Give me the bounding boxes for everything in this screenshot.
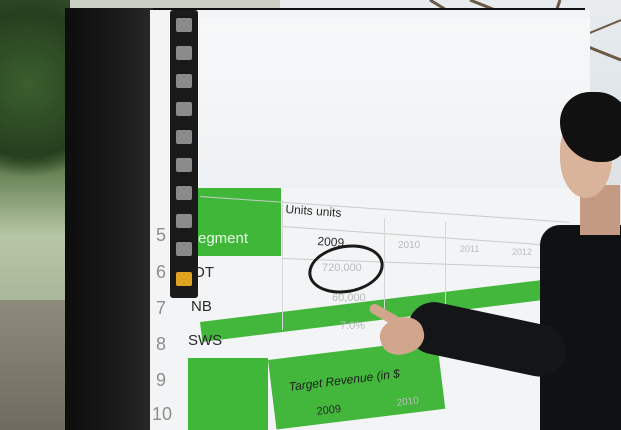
annotation-toolbar (170, 10, 198, 298)
pen-icon[interactable] (176, 102, 192, 116)
year-header: 2011 (460, 244, 480, 254)
skip-back-icon[interactable] (176, 186, 192, 200)
row-number: 10 (152, 404, 173, 424)
row-number: 6 (155, 262, 166, 282)
background-trees (0, 0, 70, 430)
skip-forward-icon[interactable] (176, 214, 192, 228)
photo-scene: 5 6 7 8 9 10 Units units egment 2009 201… (0, 0, 621, 430)
row-label-nb: NB (191, 298, 212, 315)
year-header: 2010 (398, 240, 421, 251)
table-column-rule (445, 222, 446, 317)
row-number: 5 (155, 225, 166, 245)
pen-icon[interactable] (176, 74, 192, 88)
green-cell-lower (188, 358, 268, 430)
row-number: 7 (155, 298, 166, 318)
segment-label: egment (198, 230, 249, 247)
cell-value: 7.0% (340, 320, 366, 332)
table-column-rule (384, 218, 385, 318)
pen-icon[interactable] (176, 130, 192, 144)
cell-value: 60,000 (332, 292, 366, 304)
page-icon[interactable] (176, 46, 192, 60)
minus-icon[interactable] (176, 242, 192, 256)
row-number: 9 (155, 370, 166, 390)
marker-icon[interactable] (176, 158, 192, 172)
tree-foliage (0, 0, 70, 210)
table-column-rule (282, 200, 283, 330)
row-number: 8 (155, 334, 166, 354)
display-bezel (65, 8, 153, 430)
row-label-sws: SWS (188, 332, 223, 349)
ground (0, 300, 70, 430)
pointer-icon[interactable] (176, 18, 192, 32)
folder-icon[interactable] (176, 272, 192, 286)
